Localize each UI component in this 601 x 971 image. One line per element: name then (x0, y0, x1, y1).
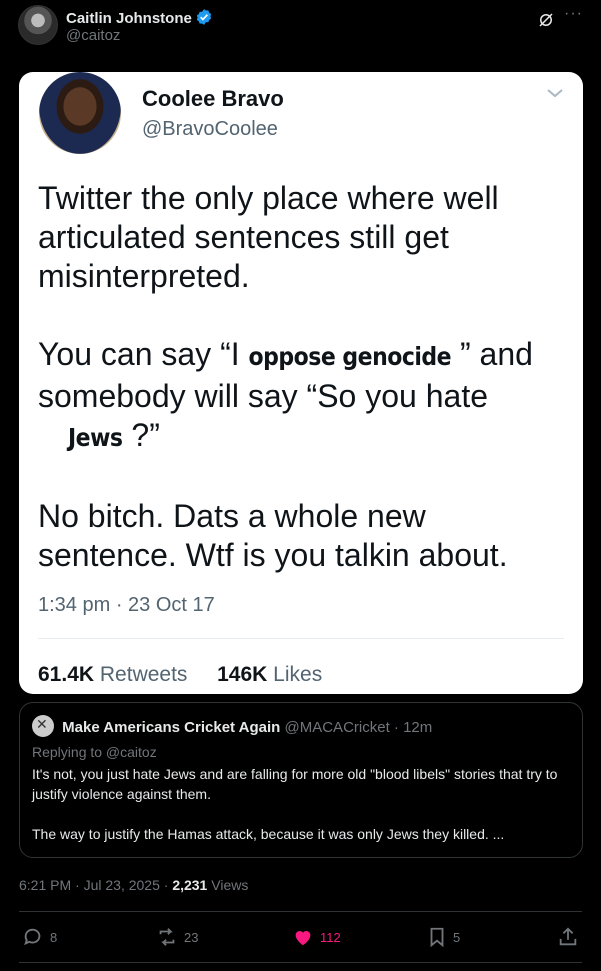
bookmark-button[interactable]: 5 (427, 926, 460, 948)
embedded-stats: 61.4K Retweets 146K Likes (38, 663, 322, 687)
author-name[interactable]: Caitlin Johnstone (66, 8, 213, 27)
embedded-retweets-label: Retweets (99, 663, 188, 686)
repost-icon (159, 928, 175, 946)
verified-badge-icon (196, 9, 211, 25)
author-handle[interactable]: @caitoz (66, 27, 120, 44)
reply-count: 8 (50, 929, 58, 945)
quote-age: · 12m (393, 719, 433, 736)
embedded-tweet-text: Twitter the only place where well articu… (38, 179, 568, 614)
share-icon (559, 927, 577, 946)
repost-button[interactable]: 23 (156, 926, 198, 948)
repost-count: 23 (184, 929, 199, 945)
embedded-avatar (39, 72, 121, 154)
embedded-divider (38, 638, 564, 639)
embedded-line-3: No bitch. Dats a whole new sentence. Wtf… (38, 498, 508, 573)
embedded-handle: @BravoCoolee (142, 118, 278, 140)
embedded-line-2: You can say “I oppose genocide ” and som… (38, 335, 568, 458)
quote-replying-to: Replying to @caitoz (32, 744, 157, 760)
views-count: 2,231 (172, 877, 208, 893)
more-icon[interactable]: ··· (564, 5, 583, 23)
embedded-line-2-c: ?” (122, 417, 160, 453)
embedded-tweet-image[interactable]: Coolee Bravo @BravoCoolee Twitter the on… (19, 72, 583, 694)
views-label: Views (207, 877, 249, 893)
post-timestamp[interactable]: 6:21 PM · Jul 23, 2025 · (19, 877, 172, 893)
embedded-retweets-count: 61.4K (38, 663, 95, 686)
bookmark-count: 5 (453, 929, 461, 945)
action-bar: 8 23 112 5 (22, 926, 579, 950)
redaction-text-2: Jews (68, 424, 123, 453)
like-button[interactable]: 112 (292, 926, 341, 948)
author-avatar[interactable] (18, 5, 58, 45)
quote-avatar (32, 715, 54, 737)
embedded-likes-count: 146K (217, 663, 268, 686)
share-button[interactable] (557, 926, 579, 948)
quote-header: Make Americans Cricket Again @MACACricke… (32, 715, 570, 737)
quote-paragraph-2: The way to justify the Hamas attack, bec… (32, 826, 505, 842)
embedded-name: Coolee Bravo (142, 86, 284, 111)
divider (19, 911, 582, 912)
quoted-post[interactable]: Make Americans Cricket Again @MACACricke… (19, 702, 583, 858)
grok-icon[interactable] (537, 11, 555, 29)
embedded-likes-label: Likes (273, 663, 323, 686)
heart-icon (295, 931, 311, 946)
quote-author-handle: @MACACricket (284, 719, 390, 736)
chevron-down-icon (547, 89, 563, 98)
author-name-text[interactable]: Caitlin Johnstone (66, 10, 192, 27)
embedded-timestamp: 1:34 pm · 23 Oct 17 (38, 594, 215, 616)
quote-text: It's not, you just hate Jews and are fal… (32, 764, 570, 844)
redaction-text-1: oppose genocide (248, 343, 452, 372)
bookmark-icon (430, 927, 444, 948)
post-meta: 6:21 PM · Jul 23, 2025 · 2,231 Views (19, 877, 248, 893)
quote-paragraph-1: It's not, you just hate Jews and are fal… (32, 766, 558, 802)
embedded-line-1: Twitter the only place where well articu… (38, 180, 499, 294)
reply-button[interactable]: 8 (22, 926, 57, 948)
post-header: Caitlin Johnstone @caitoz ··· (18, 5, 583, 45)
quote-author-name: Make Americans Cricket Again (62, 719, 281, 736)
like-count: 112 (320, 929, 341, 945)
embedded-line-2-a: You can say “I (38, 336, 249, 372)
reply-icon (24, 928, 41, 946)
divider (19, 962, 582, 963)
